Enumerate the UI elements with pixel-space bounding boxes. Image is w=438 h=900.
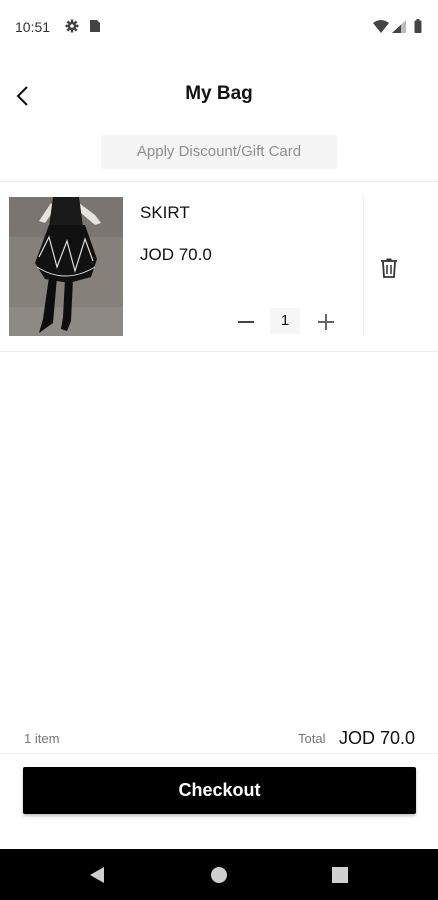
product-price: JOD 70.0 xyxy=(140,245,212,264)
navigation-bar xyxy=(0,849,438,900)
minus-icon xyxy=(234,321,258,338)
trash-icon xyxy=(377,258,401,284)
delete-item-button[interactable] xyxy=(377,256,401,280)
header: My Bag xyxy=(0,70,438,120)
item-count: 1 item xyxy=(24,731,60,746)
gear-icon xyxy=(65,19,79,38)
total-value: JOD 70.0 xyxy=(339,728,416,748)
increase-quantity-button[interactable] xyxy=(314,310,338,334)
plus-icon xyxy=(314,314,338,338)
product-image[interactable] xyxy=(9,197,123,336)
sim-card-icon xyxy=(89,19,101,38)
product-name: SKIRT xyxy=(140,203,190,222)
nav-back-icon[interactable] xyxy=(88,866,106,889)
apply-discount-button[interactable]: Apply Discount/Gift Card xyxy=(101,135,337,169)
status-time: 10:51 xyxy=(15,19,51,35)
quantity-value: 1 xyxy=(270,308,300,334)
divider xyxy=(0,753,438,754)
status-bar: 10:51 xyxy=(0,0,438,56)
decrease-quantity-button[interactable] xyxy=(234,310,258,334)
cart-item: SKIRT JOD 70.0 1 xyxy=(0,182,438,350)
nav-home-icon[interactable] xyxy=(210,866,228,889)
item-divider xyxy=(363,196,364,336)
battery-icon xyxy=(414,19,422,38)
wifi-icon xyxy=(373,20,389,38)
page-title: My Bag xyxy=(185,83,253,104)
nav-recents-icon[interactable] xyxy=(332,867,348,888)
checkout-button[interactable]: Checkout xyxy=(23,767,416,814)
total-label: Total xyxy=(298,731,326,746)
divider xyxy=(0,351,438,352)
signal-icon xyxy=(392,20,406,38)
